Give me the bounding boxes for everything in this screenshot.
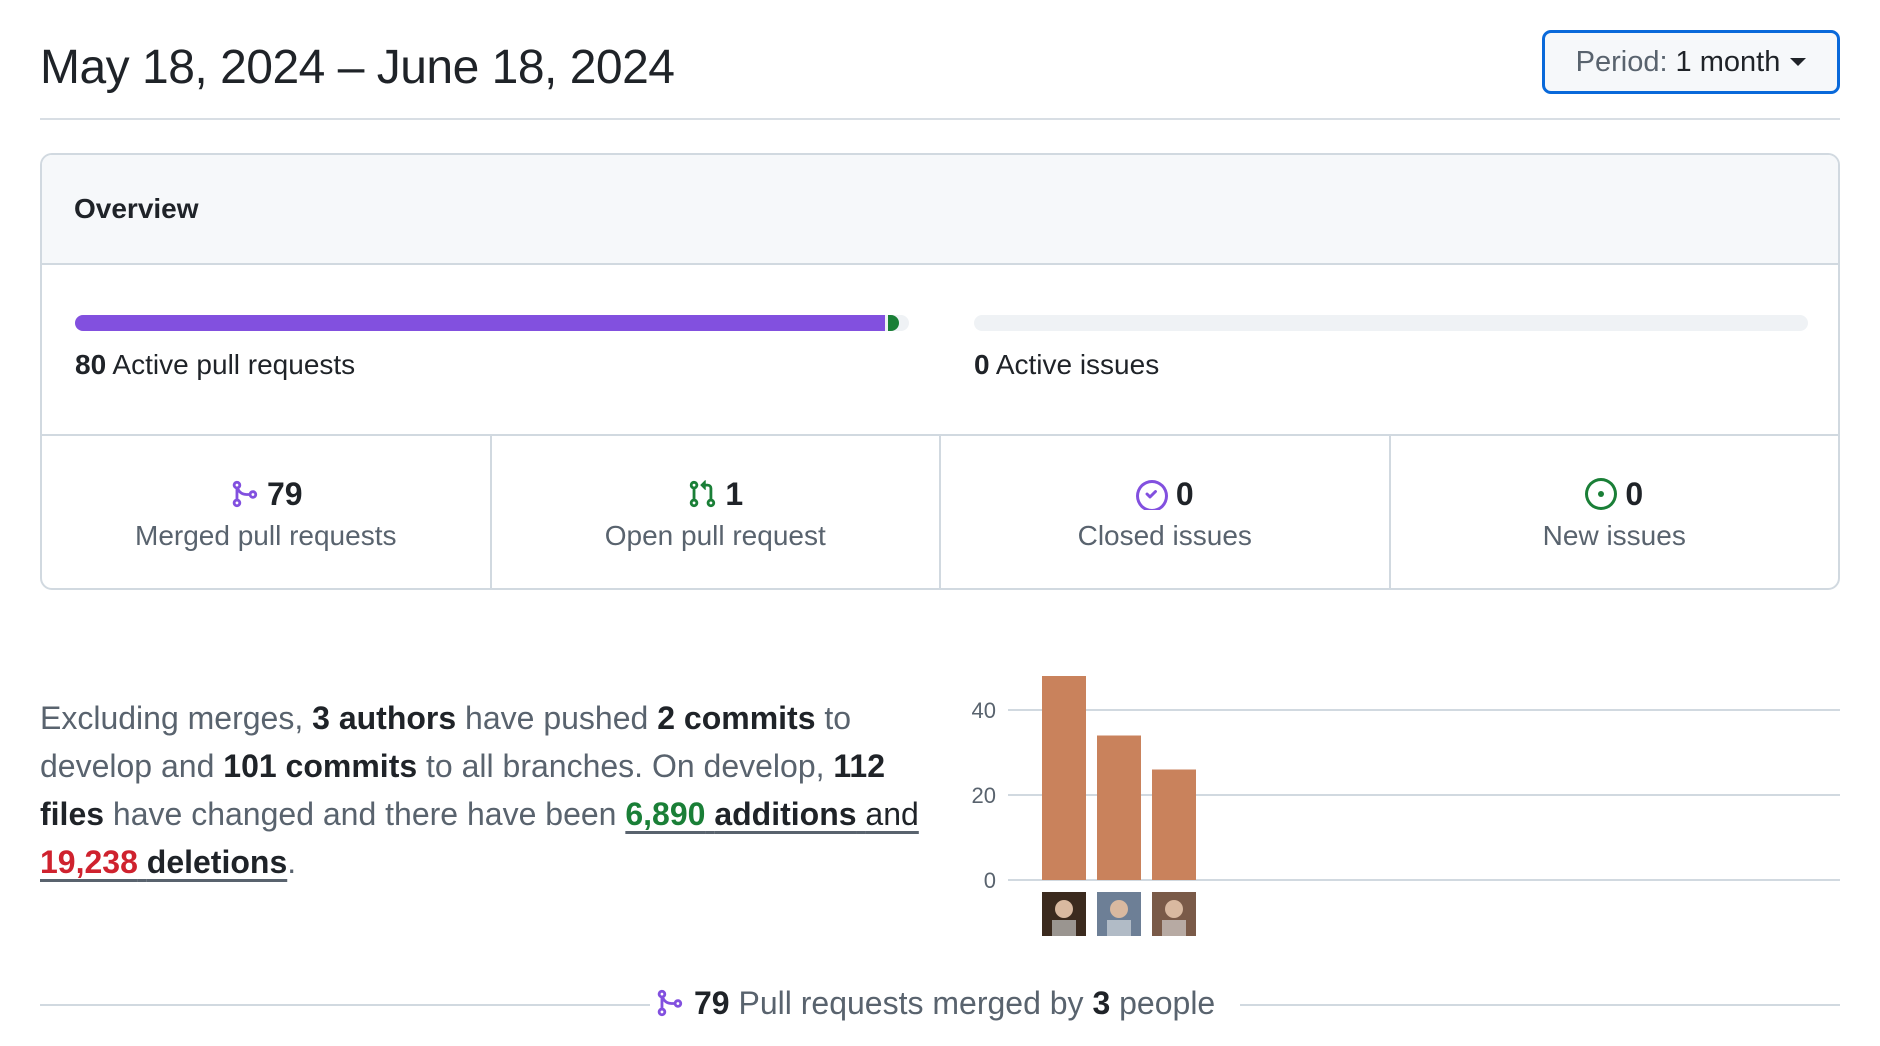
open-label: Open pull request	[604, 520, 826, 551]
pulse-page: May 18, 2024 – June 18, 2024 Period: 1 m…	[0, 0, 1880, 1046]
merged-count: 79	[266, 475, 303, 512]
all-commits-count: 101 commits	[223, 748, 418, 784]
caret-down-icon	[1790, 58, 1807, 66]
deletions-word: deletions	[146, 844, 288, 880]
active-issues-caption[interactable]: 0 Active issues	[974, 349, 1159, 381]
date-range-title: May 18, 2024 – June 18, 2024	[40, 41, 675, 94]
deletions-count: 19,238	[40, 844, 138, 880]
merged-pr-count: 79	[694, 984, 730, 1021]
stat-closed-issues[interactable]: 0 Closed issues	[941, 436, 1391, 588]
merged-by-summary: 79 Pull requests merged by 3 people	[650, 978, 1220, 1028]
merged-segment	[75, 315, 885, 331]
summary-text: .	[287, 844, 297, 880]
commit-summary: Excluding merges, 3 authors have pushed …	[40, 694, 940, 886]
y-tick-label: 40	[972, 698, 996, 723]
git-merge-icon	[657, 989, 683, 1017]
people-count: 3	[1092, 984, 1111, 1021]
additions-word: additions	[714, 796, 857, 832]
footer-divider-right	[1240, 1004, 1840, 1006]
active-issues-count: 0	[974, 349, 990, 380]
active-pull-requests-count: 80	[75, 349, 107, 380]
author-commit-bar	[1097, 735, 1141, 880]
y-tick-label: 20	[972, 783, 996, 808]
commits-by-author-chart: 0 20 40	[972, 676, 1840, 936]
avatar-shoulders	[1052, 920, 1076, 936]
git-merge-icon	[232, 480, 258, 508]
new-label: New issues	[1542, 520, 1686, 551]
develop-commits-count: 2 commits	[657, 700, 816, 736]
avatar-face	[1165, 900, 1183, 918]
open-segment	[888, 315, 899, 331]
avatar-shoulders	[1107, 920, 1131, 936]
y-tick-label: 0	[984, 868, 996, 893]
open-count: 1	[725, 475, 744, 512]
summary-text: and	[865, 796, 919, 832]
merged-by-text: Pull requests merged by	[738, 984, 1084, 1021]
people-text: people	[1119, 984, 1216, 1021]
active-pull-requests-caption[interactable]: 80 Active pull requests	[75, 349, 355, 381]
authors-count: 3 authors	[312, 700, 457, 736]
author-commit-bar	[1152, 769, 1196, 880]
closed-label: Closed issues	[1077, 520, 1252, 551]
git-pull-request-icon	[690, 480, 716, 508]
avatar-face	[1110, 900, 1128, 918]
stat-open-pull-request[interactable]: 1 Open pull request	[492, 436, 941, 588]
issue-closed-icon	[1135, 480, 1168, 510]
author-commit-bar	[1042, 676, 1086, 880]
summary-text: Excluding merges,	[40, 700, 304, 736]
additions-count: 6,890	[625, 796, 706, 832]
overview-title: Overview	[74, 193, 199, 224]
summary-text: to all branches. On develop,	[426, 748, 825, 784]
overview-box: Overview 80 Active pull requests 0 Activ…	[40, 153, 1840, 590]
pull-requests-progress-bar	[75, 315, 909, 331]
overview-header: Overview	[42, 155, 1838, 265]
merged-label: Merged pull requests	[135, 520, 397, 551]
stats-row: 79 Merged pull requests 1 Open pull requ…	[42, 436, 1839, 588]
new-count: 0	[1625, 475, 1644, 512]
activity-bars: 80 Active pull requests 0 Active issues	[42, 265, 1838, 436]
avatar-shoulders	[1162, 920, 1186, 936]
stat-new-issues[interactable]: 0 New issues	[1391, 436, 1839, 588]
period-value: 1 month	[1675, 45, 1781, 78]
avatar-face	[1055, 900, 1073, 918]
stat-merged-pull-requests[interactable]: 79 Merged pull requests	[42, 436, 492, 588]
active-pull-requests-label: Active pull requests	[112, 349, 356, 380]
additions-link[interactable]: 6,890 additions and	[625, 796, 918, 832]
summary-text: have changed and there have been	[112, 796, 617, 832]
footer-divider-left	[40, 1004, 650, 1006]
active-issues-label: Active issues	[995, 349, 1160, 380]
closed-count: 0	[1175, 475, 1194, 512]
summary-text: have pushed	[465, 700, 649, 736]
page-header: May 18, 2024 – June 18, 2024 Period: 1 m…	[40, 30, 1840, 120]
period-dropdown-button[interactable]: Period: 1 month	[1542, 30, 1840, 94]
issues-progress-bar	[974, 315, 1808, 331]
period-label: Period:	[1575, 45, 1668, 78]
deletions-link[interactable]: 19,238 deletions	[40, 844, 287, 880]
issue-opened-icon	[1585, 478, 1618, 510]
